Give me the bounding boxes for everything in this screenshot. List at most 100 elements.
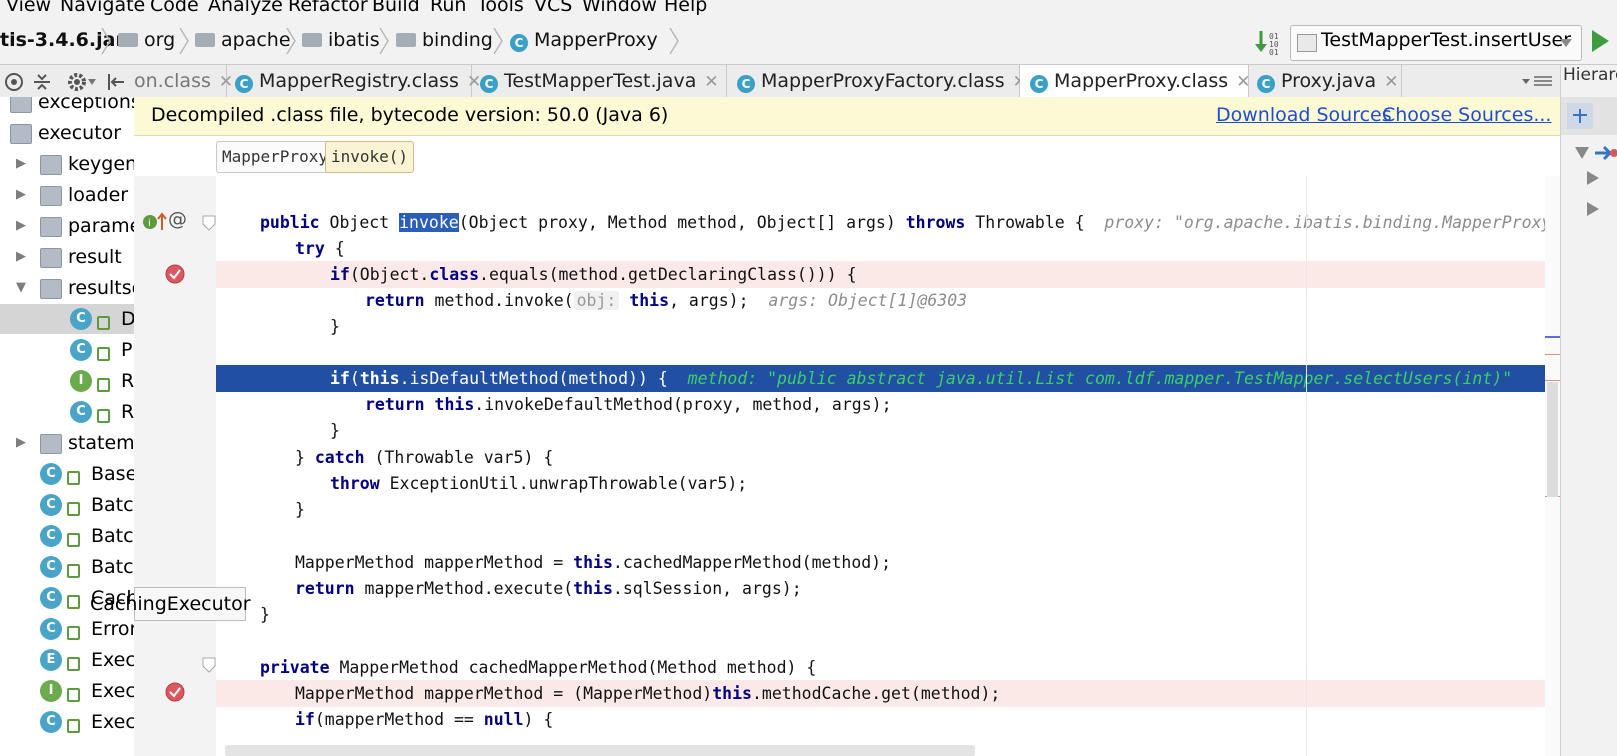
inline-debug-value: proxy: "org.apache.ibatis.binding.Mapper…	[1104, 213, 1560, 232]
type-hierarchy-icon[interactable]	[1567, 103, 1593, 129]
tree-item[interactable]: ▶ result	[0, 242, 134, 272]
breakpoint-icon[interactable]	[164, 681, 186, 703]
expand-arrow-icon[interactable]: ▶	[16, 428, 26, 458]
menu-build[interactable]: Build	[372, 0, 420, 16]
tree-item-label: R	[121, 401, 135, 423]
tab-list-icon[interactable]	[1522, 75, 1554, 89]
code-editor[interactable]: public Object invoke(Object proxy, Metho…	[216, 176, 1560, 756]
crumb-mapperproxy[interactable]: C MapperProxy	[510, 29, 658, 52]
scroll-thumb[interactable]	[1547, 382, 1558, 497]
breadcrumb-method[interactable]: invoke()	[325, 141, 415, 173]
menu-view[interactable]: View	[6, 0, 51, 16]
tree-item[interactable]: C Execu	[0, 707, 134, 737]
tree-item[interactable]: ▼ resultse	[0, 273, 134, 303]
package-icon	[40, 217, 62, 237]
tree-item[interactable]: CR	[0, 397, 134, 427]
breadcrumb-class[interactable]: MapperProxy	[216, 141, 334, 173]
tab-mapper-registry[interactable]: C MapperRegistry.class ✕	[227, 65, 481, 97]
chevron-right-icon[interactable]	[1587, 171, 1599, 185]
tab-proxy-java[interactable]: C Proxy.java ✕	[1249, 65, 1402, 97]
expand-arrow-icon[interactable]: ▶	[16, 180, 26, 210]
chevron-down-icon[interactable]	[1575, 147, 1589, 159]
sort-icon[interactable]: 01 10 01	[1255, 29, 1283, 55]
chevron-right-icon	[379, 27, 389, 55]
tree-item[interactable]: C Batch	[0, 490, 134, 520]
menu-code[interactable]: Code	[150, 0, 199, 16]
tree-item[interactable]: ▶ loader	[0, 180, 134, 210]
lock-icon	[97, 378, 110, 392]
close-icon[interactable]: ✕	[1384, 72, 1398, 92]
editor-gutter[interactable]: i @	[134, 176, 245, 756]
banner-text: Decompiled .class file, bytecode version…	[151, 104, 669, 126]
expand-arrow-icon[interactable]: ▶	[16, 211, 26, 241]
parameter-hint: obj:	[573, 291, 620, 310]
run-configuration-select[interactable]: TestMapperTest.insertUser	[1290, 25, 1582, 61]
tree-item-label: Batch	[91, 494, 134, 516]
package-icon	[10, 124, 32, 144]
tab-partial-class[interactable]: on.class ✕	[134, 65, 233, 97]
menu-navigate[interactable]: Navigate	[60, 0, 145, 16]
expand-arrow-icon[interactable]: ▶	[16, 242, 26, 272]
code-line: public Object invoke(Object proxy, Metho…	[216, 209, 1560, 236]
right-margin-guide	[1306, 176, 1307, 756]
hide-panel-icon[interactable]	[106, 72, 126, 92]
crumb-ibatis[interactable]: ibatis	[302, 29, 380, 51]
tree-item-label: Batch	[91, 556, 134, 578]
menu-run[interactable]: Run	[430, 0, 466, 16]
tree-item-label: parame	[68, 215, 135, 237]
tab-mapper-proxy[interactable]: C MapperProxy.class ✕	[1020, 65, 1250, 97]
svg-text:01: 01	[1269, 48, 1279, 55]
lock-icon	[97, 316, 110, 330]
tree-item-label: Execu	[91, 649, 135, 671]
run-button[interactable]	[1592, 30, 1609, 52]
tree-item[interactable]: executor	[0, 118, 134, 148]
tree-item[interactable]: ▶ keygen	[0, 149, 134, 179]
method-arrow-icon	[1595, 145, 1617, 161]
crumb-org[interactable]: org	[118, 29, 175, 51]
tree-item[interactable]: I Execu	[0, 676, 134, 706]
tree-item[interactable]: ▶ parame	[0, 211, 134, 241]
tree-item[interactable]: IR	[0, 366, 134, 396]
tree-item[interactable]: C Base	[0, 459, 134, 489]
tree-item[interactable]: E Execu	[0, 645, 134, 675]
collapse-arrow-icon[interactable]: ▼	[16, 273, 26, 303]
menu-tools[interactable]: Tools	[477, 0, 524, 16]
hierarchy-panel-title[interactable]: Hierarc	[1563, 65, 1617, 85]
class-icon: C	[1030, 75, 1048, 93]
tree-item[interactable]: ▶ stateme	[0, 428, 134, 458]
tree-item[interactable]: CD	[0, 304, 134, 334]
collapse-all-icon[interactable]	[32, 72, 52, 92]
tree-item[interactable]: CP	[0, 335, 134, 365]
tab-test-mapper-test[interactable]: C TestMapperTest.java ✕	[472, 65, 727, 97]
choose-sources-link[interactable]: Choose Sources...	[1382, 104, 1551, 126]
tab-label: on.class	[134, 70, 211, 92]
tree-item[interactable]: exceptions	[0, 97, 134, 117]
locate-icon[interactable]	[4, 72, 24, 92]
menu-refactor[interactable]: Refactor	[288, 0, 368, 16]
tree-item[interactable]: C Batch	[0, 552, 134, 582]
crumb-binding[interactable]: binding	[396, 29, 493, 51]
tree-item[interactable]: C Batch	[0, 521, 134, 551]
crumb-apache[interactable]: apache	[195, 29, 291, 51]
breakpoint-icon[interactable]	[164, 263, 186, 285]
editor-scrollbar[interactable]	[1545, 176, 1560, 756]
expand-arrow-icon[interactable]: ▶	[16, 149, 26, 179]
selected-text: invoke	[399, 213, 459, 232]
menu-analyze[interactable]: Analyze	[208, 0, 283, 16]
close-icon[interactable]: ✕	[704, 72, 718, 92]
horizontal-scrollbar[interactable]	[225, 745, 975, 756]
chevron-right-icon[interactable]	[1587, 202, 1599, 216]
menu-help[interactable]: Help	[664, 0, 707, 16]
download-sources-link[interactable]: Download Sources	[1216, 104, 1392, 126]
menu-window[interactable]: Window	[582, 0, 657, 16]
folder-icon	[302, 33, 322, 47]
lock-icon	[67, 595, 80, 609]
tree-item-tooltip: CachingExecutor	[90, 587, 251, 621]
chevron-right-icon	[179, 27, 189, 55]
menu-vcs[interactable]: VCS	[534, 0, 572, 16]
tab-mapper-proxy-factory[interactable]: CMapperProxyFactory.class✕	[727, 65, 1027, 97]
fold-icon[interactable]	[202, 657, 216, 673]
implements-arrow-icon[interactable]: i	[142, 212, 168, 232]
fold-icon[interactable]	[202, 215, 216, 231]
gear-icon[interactable]	[66, 71, 88, 93]
